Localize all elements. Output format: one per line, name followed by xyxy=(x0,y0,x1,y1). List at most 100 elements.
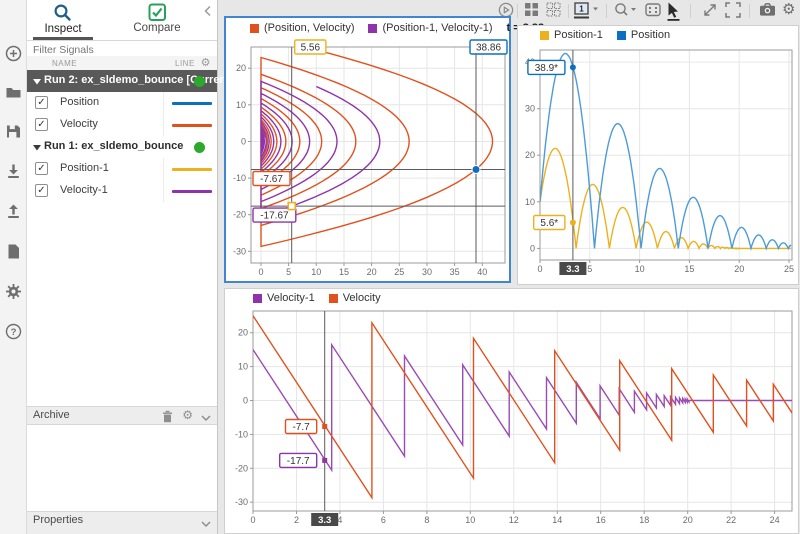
svg-text:-30: -30 xyxy=(233,246,246,256)
cursor-marker xyxy=(322,457,328,463)
legend-label: Position-1 xyxy=(554,29,603,41)
svg-text:14: 14 xyxy=(552,515,562,525)
save-icon[interactable] xyxy=(5,123,22,140)
svg-text:35: 35 xyxy=(450,267,460,277)
svg-text:2: 2 xyxy=(294,515,299,525)
line-swatch[interactable] xyxy=(172,168,212,171)
gear-icon[interactable]: ⚙ xyxy=(201,56,211,70)
cursor-marker xyxy=(471,165,481,174)
chevron-down-icon[interactable] xyxy=(201,519,211,531)
run-status-dot xyxy=(194,76,205,87)
legend-item[interactable]: Velocity xyxy=(328,292,381,304)
svg-text:12: 12 xyxy=(509,515,519,525)
velocity-plot-canvas[interactable]: 0 2 4 6 8 10 12 14 16 18 20 22 24-30-20-1001020-7.7-… xyxy=(225,307,798,533)
signal-name: Position xyxy=(60,96,100,108)
left-toolbar: ? xyxy=(0,0,27,534)
svg-text:10: 10 xyxy=(525,197,535,207)
run-label: Run 1: ex_sldemo_bounce xyxy=(44,140,184,152)
pointer-icon[interactable] xyxy=(667,2,681,26)
legend-label: Position xyxy=(630,29,671,41)
fit-to-view-icon[interactable] xyxy=(645,2,662,23)
svg-text:20: 20 xyxy=(525,150,535,160)
legend-item[interactable]: Position xyxy=(616,29,671,41)
help-icon[interactable]: ? xyxy=(5,323,22,340)
view-count-icon[interactable]: 1 xyxy=(574,2,600,25)
cursor-marker xyxy=(287,201,297,211)
archive-label: Archive xyxy=(33,409,70,421)
chevron-down-icon[interactable] xyxy=(201,413,211,425)
export-icon[interactable] xyxy=(5,203,22,220)
cursor-marker xyxy=(569,219,576,226)
caret-down-icon[interactable] xyxy=(33,79,41,85)
name-column-header: NAME xyxy=(52,59,78,68)
svg-text:38.9*: 38.9* xyxy=(535,63,558,74)
signal-table-header: NAME LINE ⚙ xyxy=(27,56,217,71)
line-swatch[interactable] xyxy=(172,124,212,127)
signal-checkbox[interactable]: ✓ xyxy=(35,162,48,175)
archive-content xyxy=(27,425,217,512)
svg-text:0: 0 xyxy=(241,137,246,147)
svg-text:30: 30 xyxy=(525,104,535,114)
xy-plot-canvas[interactable]: 0 5 10 15 20 25 30 35 40 -30 -20 -10 0 10 20 5.56 38.86 -… xyxy=(226,38,509,279)
report-icon[interactable] xyxy=(5,243,22,260)
svg-text:6: 6 xyxy=(381,515,386,525)
expand-icon[interactable] xyxy=(702,2,718,23)
fullscreen-icon[interactable] xyxy=(725,2,741,23)
legend-item[interactable]: (Position, Velocity) xyxy=(250,22,354,34)
svg-text:16: 16 xyxy=(596,515,606,525)
subplot-position-time[interactable]: Position-1Position 051015202501020304038… xyxy=(517,25,799,285)
line-swatch[interactable] xyxy=(172,102,212,105)
add-icon[interactable] xyxy=(5,45,22,62)
svg-text:20: 20 xyxy=(236,63,246,73)
subplot-xy-phase[interactable]: (Position, Velocity) (Position-1, Velocit… xyxy=(224,16,544,283)
xy-legend: (Position, Velocity) (Position-1, Velocit… xyxy=(226,18,544,38)
line-column xyxy=(163,158,219,180)
import-icon[interactable] xyxy=(5,163,22,180)
legend-item[interactable]: Velocity-1 xyxy=(253,292,315,304)
svg-text:-17.7: -17.7 xyxy=(287,456,310,467)
chevron-left-icon[interactable] xyxy=(203,4,213,17)
svg-text:18: 18 xyxy=(639,515,649,525)
line-column xyxy=(163,180,219,202)
svg-text:3.3: 3.3 xyxy=(318,515,331,526)
legend-item[interactable]: Position-1 xyxy=(540,29,603,41)
signal-row[interactable]: ✓ Velocity xyxy=(27,114,217,136)
position-plot-canvas[interactable]: 051015202501020304038.9*5.6*3.3 xyxy=(518,44,798,284)
layout-grid-icon[interactable] xyxy=(524,2,539,22)
settings-gear-icon[interactable] xyxy=(5,283,22,300)
line-swatch[interactable] xyxy=(172,190,212,193)
layout-custom-icon[interactable] xyxy=(546,2,561,22)
run-label: Run 2: ex_sldemo_bounce [Current] xyxy=(44,74,234,86)
tab-inspect[interactable]: Inspect xyxy=(31,0,95,40)
svg-text:15: 15 xyxy=(684,264,694,274)
gear-icon[interactable]: ⚙ xyxy=(782,0,795,18)
svg-text:30: 30 xyxy=(422,267,432,277)
line-column-header: LINE xyxy=(175,59,195,68)
svg-text:5: 5 xyxy=(286,267,291,277)
legend-swatch-icon xyxy=(368,23,378,33)
open-folder-icon[interactable] xyxy=(5,83,22,100)
signal-row[interactable]: ✓ Velocity-1 xyxy=(27,180,217,202)
signal-row[interactable]: ✓ Position xyxy=(27,92,217,114)
signal-checkbox[interactable]: ✓ xyxy=(35,118,48,131)
signal-checkbox[interactable]: ✓ xyxy=(35,96,48,109)
svg-text:10: 10 xyxy=(311,267,321,277)
signal-row[interactable]: ✓ Position-1 xyxy=(27,158,217,180)
tab-compare-label: Compare xyxy=(133,22,181,34)
archive-bar[interactable]: Archive ⚙ xyxy=(27,406,217,425)
camera-icon[interactable] xyxy=(759,2,776,22)
properties-bar[interactable]: Properties xyxy=(27,511,217,534)
legend-item[interactable]: (Position-1, Velocity-1) xyxy=(368,22,493,34)
run-row[interactable]: Run 1: ex_sldemo_bounce xyxy=(27,136,217,158)
run-row[interactable]: Run 2: ex_sldemo_bounce [Current] xyxy=(27,70,233,92)
trash-icon[interactable] xyxy=(162,410,173,426)
simulation-data-inspector: ? Inspect Compare NAME LINE ⚙ Run 2: ex_… xyxy=(0,0,800,534)
subplot-velocity-time[interactable]: Velocity-1 Velocity 0 2 4 6 8 10 12 14 16 18 20 22 24… xyxy=(224,288,799,534)
signal-checkbox[interactable]: ✓ xyxy=(35,184,48,197)
legend-label: Velocity-1 xyxy=(267,292,315,304)
zoom-icon[interactable] xyxy=(614,2,640,23)
gear-icon[interactable]: ⚙ xyxy=(182,408,193,422)
line-column xyxy=(163,92,219,114)
caret-down-icon[interactable] xyxy=(33,145,41,151)
tab-compare[interactable]: Compare xyxy=(123,0,191,39)
